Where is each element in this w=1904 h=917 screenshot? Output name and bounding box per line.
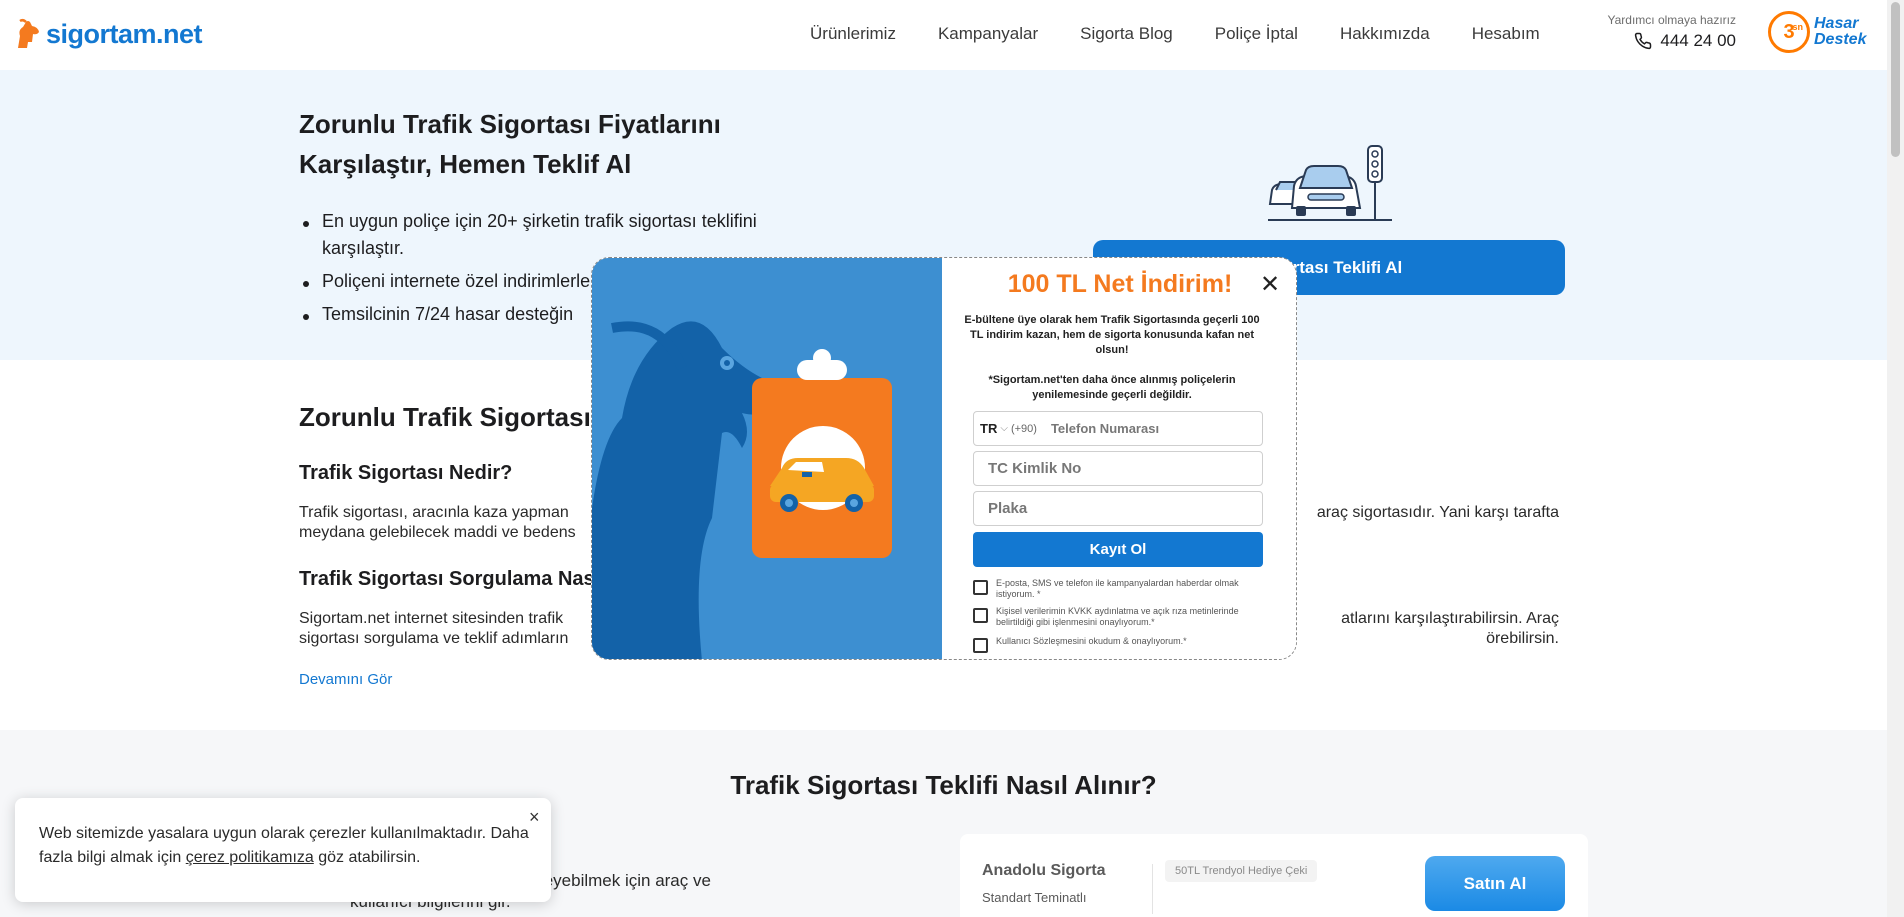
- main-nav: Ürünlerimiz Kampanyalar Sigorta Blog Pol…: [810, 24, 1540, 44]
- buy-button[interactable]: Satın Al: [1425, 856, 1565, 911]
- close-icon[interactable]: ✕: [1260, 270, 1280, 299]
- hero-title: Zorunlu Trafik Sigortası Fiyatlarını Kar…: [299, 109, 721, 179]
- help-text: Yardımcı olmaya hazırız: [1607, 13, 1736, 27]
- consent-terms[interactable]: Kullanıcı Sözleşmesini okudum & onaylıyo…: [973, 636, 1263, 653]
- phone-input[interactable]: [1050, 421, 1231, 436]
- hasar-destek-link[interactable]: 3 sn Hasar Destek: [1768, 11, 1866, 53]
- offer-plan: Standart Teminatlı: [982, 890, 1087, 905]
- plate-input[interactable]: [973, 491, 1263, 526]
- scrollbar-thumb[interactable]: [1891, 2, 1900, 157]
- cars-traffic-light-icon: [1268, 145, 1392, 221]
- offer-card: Anadolu Sigorta Standart Teminatlı 50TL …: [960, 834, 1588, 917]
- info-p2-left: Sigortam.net internet sitesinden trafik: [299, 610, 564, 627]
- modal-title: 100 TL Net İndirim!: [1007, 270, 1233, 298]
- cookie-policy-link[interactable]: çerez politikamıza: [186, 849, 314, 866]
- nav-item-hesabim[interactable]: Hesabım: [1472, 24, 1540, 44]
- hasar-line2: Destek: [1814, 31, 1867, 48]
- phone-icon: [1635, 32, 1652, 50]
- help-contact: Yardımcı olmaya hazırız 444 24 00: [1600, 13, 1736, 51]
- phone-number: 444 24 00: [1660, 31, 1736, 50]
- read-more-link[interactable]: Devamını Gör: [299, 671, 392, 688]
- consent-checkbox[interactable]: [973, 580, 988, 595]
- nav-item-kampanyalar[interactable]: Kampanyalar: [938, 24, 1038, 44]
- offer-divider: [1152, 864, 1153, 914]
- cookie-banner: Web sitemizde yasalara uygun olarak çere…: [15, 798, 551, 902]
- phone-link[interactable]: 444 24 00: [1600, 31, 1736, 51]
- consent-checkbox[interactable]: [973, 638, 988, 653]
- consent-kvkk[interactable]: Kişisel verilerimin KVKK aydınlatma ve a…: [973, 606, 1263, 628]
- consent-label: Kullanıcı Sözleşmesini okudum & onaylıyo…: [996, 636, 1187, 646]
- info-subheading-query: Trafik Sigortası Sorgulama Nas: [299, 568, 595, 590]
- newsletter-modal: 100 TL Net İndirim! ✕ E-bültene üye olar…: [591, 257, 1297, 660]
- cookie-close-icon[interactable]: ×: [529, 807, 540, 828]
- site-header: sigortam.net Ürünlerimiz Kampanyalar Sig…: [0, 0, 1887, 70]
- nav-item-police-iptal[interactable]: Poliçe İptal: [1215, 24, 1298, 44]
- tc-kimlik-input[interactable]: [973, 451, 1263, 486]
- consent-label: E-posta, SMS ve telefon ile kampanyalard…: [996, 578, 1239, 599]
- info-p1-right: araç sigortasıdır. Yani karşı tarafta: [1316, 504, 1559, 521]
- offer-company: Anadolu Sigorta: [982, 862, 1106, 879]
- page-scrollbar[interactable]: [1887, 0, 1904, 917]
- hasar-text: Hasar Destek: [1814, 16, 1866, 48]
- info-p2-line2-right: örebilirsin.: [1486, 630, 1559, 647]
- nav-item-hakkimizda[interactable]: Hakkımızda: [1340, 24, 1430, 44]
- register-button[interactable]: Kayıt Ol: [973, 532, 1263, 567]
- modal-illustration: [592, 258, 942, 659]
- consent-marketing[interactable]: E-posta, SMS ve telefon ile kampanyalard…: [973, 578, 1263, 600]
- consent-checkbox[interactable]: [973, 608, 988, 623]
- hasar-badge-sub: sn: [1792, 22, 1803, 32]
- cookie-text-after: göz atabilirsin.: [313, 849, 421, 866]
- info-p2-right: atlarını karşılaştırabilirsin. Araç: [1341, 610, 1559, 627]
- country-code-select[interactable]: TR: [980, 421, 997, 436]
- dial-code: (+90): [1010, 422, 1037, 435]
- info-p2-line2-left: sigortası sorgulama ve teklif adımların: [299, 630, 569, 647]
- modal-form-panel: 100 TL Net İndirim! ✕ E-bültene üye olar…: [942, 258, 1296, 659]
- nav-item-urunlerimiz[interactable]: Ürünlerimiz: [810, 24, 896, 44]
- goat-clipboard-illustration: [592, 258, 942, 659]
- chevron-down-icon: ⌵: [1000, 423, 1008, 434]
- hasar-line1: Hasar: [1814, 15, 1859, 32]
- cookie-text: Web sitemizde yasalara uygun olarak çere…: [39, 822, 529, 870]
- info-heading: Zorunlu Trafik Sigortası: [299, 402, 591, 432]
- info-p1-left: Trafik sigortası, aracınla kaza yapman: [299, 504, 569, 521]
- hasar-badge: 3 sn: [1768, 11, 1810, 53]
- logo[interactable]: sigortam.net: [14, 18, 203, 50]
- phone-field: TR ⌵ (+90): [973, 411, 1263, 446]
- goat-logo-icon: [18, 18, 39, 48]
- hero-bullet: En uygun poliçe için 20+ şirketin trafik…: [299, 208, 839, 262]
- modal-description: E-bültene üye olarak hem Trafik Sigortas…: [964, 314, 1260, 356]
- info-subheading-what: Trafik Sigortası Nedir?: [299, 462, 513, 484]
- offer-gift-badge: 50TL Trendyol Hediye Çeki: [1165, 860, 1318, 882]
- steps-title: Trafik Sigortası Teklifi Nasıl Alınır?: [730, 770, 1157, 800]
- nav-item-sigorta-blog[interactable]: Sigorta Blog: [1080, 24, 1173, 44]
- logo-text: sigortam.net: [46, 18, 203, 49]
- modal-note: *Sigortam.net'ten daha önce alınmış poli…: [988, 374, 1236, 401]
- consent-label: Kişisel verilerimin KVKK aydınlatma ve a…: [996, 606, 1239, 627]
